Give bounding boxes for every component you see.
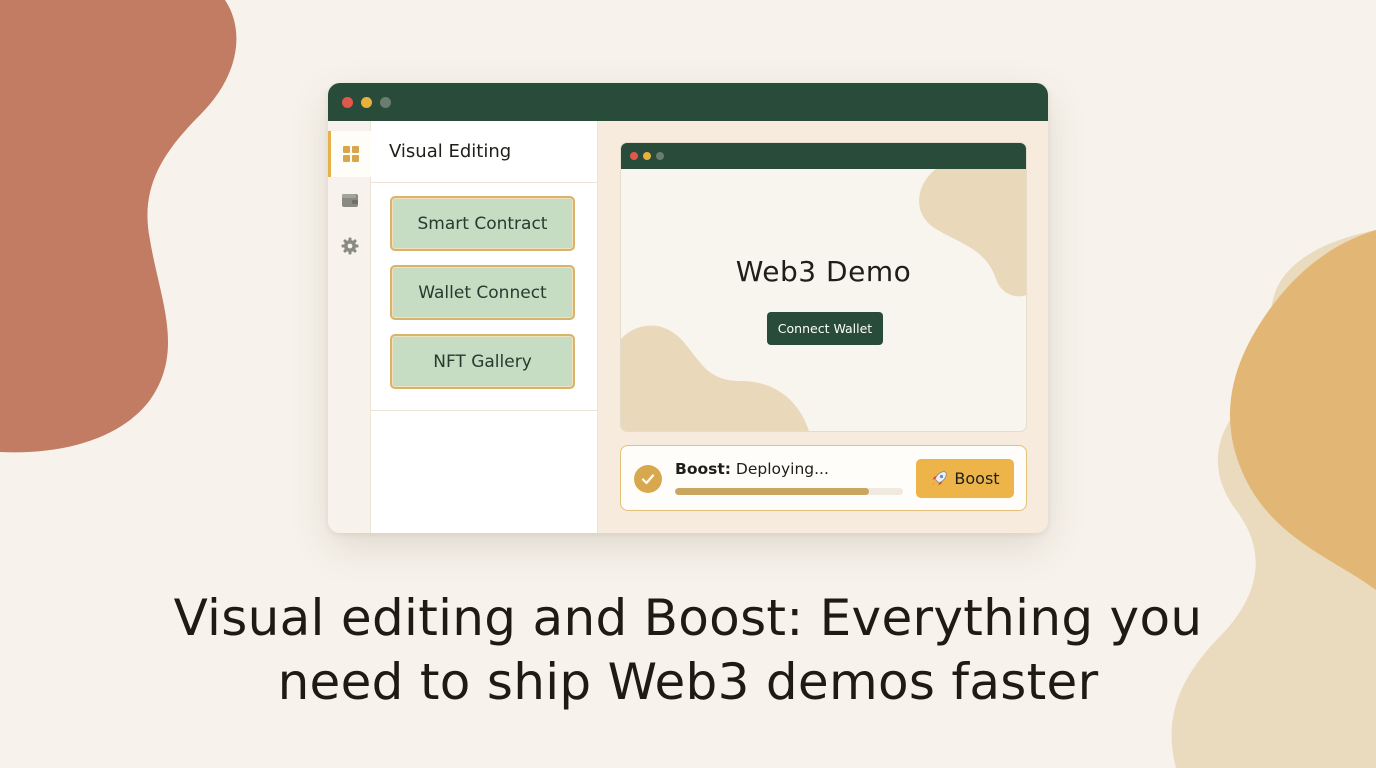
components-grid-icon <box>343 146 359 162</box>
rocket-icon <box>932 470 948 486</box>
icon-rail <box>328 121 371 533</box>
window-titlebar <box>328 83 1048 121</box>
editor-window: Visual Editing Smart Contract Wallet Con… <box>328 83 1048 533</box>
preview-titlebar <box>621 143 1026 169</box>
rail-item-components[interactable] <box>328 131 371 177</box>
headline-line-1: Visual editing and Boost: Everything you <box>173 589 1203 647</box>
boost-status-label: Boost: <box>675 460 731 478</box>
boost-button-label: Boost <box>954 469 1000 488</box>
rail-item-settings[interactable] <box>328 223 371 269</box>
headline-line-2: need to ship Web3 demos faster <box>277 653 1099 711</box>
editor-body: Visual Editing Smart Contract Wallet Con… <box>328 121 1048 533</box>
visual-editing-panel: Visual Editing Smart Contract Wallet Con… <box>371 121 598 533</box>
check-icon <box>634 465 662 493</box>
preview-canvas: Web3 Demo Connect Wallet <box>621 169 1026 431</box>
boost-status-text: Boost: Deploying... <box>675 460 829 478</box>
boost-status-card: Boost: Deploying... Boost <box>620 445 1027 511</box>
smart-contract-component[interactable]: Smart Contract <box>390 196 575 251</box>
gear-icon <box>341 237 358 255</box>
preview-minimize-dot <box>643 152 651 160</box>
boost-status-value: Deploying... <box>735 460 829 478</box>
wallet-connect-component[interactable]: Wallet Connect <box>390 265 575 320</box>
maximize-dot[interactable] <box>380 96 391 108</box>
boost-progress-fill <box>675 488 869 495</box>
terracotta-blob <box>0 0 237 453</box>
nft-gallery-component[interactable]: NFT Gallery <box>390 334 575 389</box>
connect-wallet-button[interactable]: Connect Wallet <box>767 312 883 345</box>
component-list: Smart Contract Wallet Connect NFT Galler… <box>371 183 597 411</box>
boost-button[interactable]: Boost <box>916 459 1014 498</box>
panel-title: Visual Editing <box>371 121 597 183</box>
preview-close-dot <box>630 152 638 160</box>
preview-title: Web3 Demo <box>735 255 912 288</box>
wallet-icon <box>341 194 358 207</box>
headline: Visual editing and Boost: Everything you… <box>0 586 1376 714</box>
preview-window: Web3 Demo Connect Wallet <box>620 142 1027 432</box>
close-dot[interactable] <box>342 96 353 108</box>
rail-item-wallet[interactable] <box>328 177 371 223</box>
boost-progress-bar <box>675 488 903 495</box>
preview-maximize-dot <box>656 152 664 160</box>
preview-area: Web3 Demo Connect Wallet Boost: Deployin… <box>598 121 1048 533</box>
minimize-dot[interactable] <box>361 96 372 108</box>
